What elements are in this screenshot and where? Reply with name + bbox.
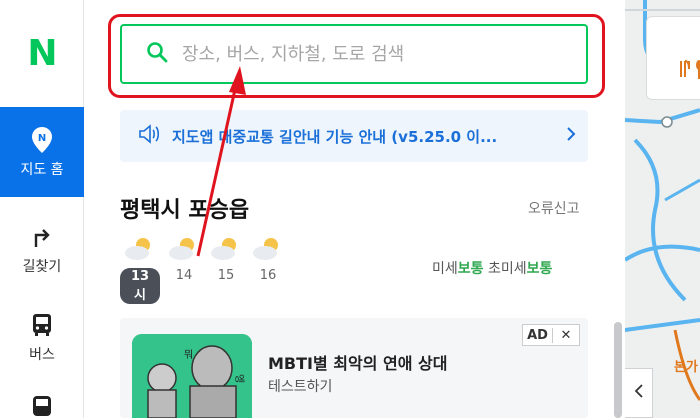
map-place-label: 본가 bbox=[674, 360, 698, 375]
rail-item-subway[interactable] bbox=[0, 394, 84, 418]
partly-cloudy-icon bbox=[167, 236, 201, 262]
ad-banner[interactable]: 뭐 엥 MBTI별 최악의 연애 상대 테스트하기 AD ✕ bbox=[120, 318, 588, 418]
speaker-icon bbox=[138, 124, 160, 148]
subway-icon bbox=[31, 394, 53, 418]
notice-text: 지도앱 대중교통 길안내 기능 안내 (v5.25.0 이... bbox=[172, 127, 498, 146]
side-panel: 지도앱 대중교통 길안내 기능 안내 (v5.25.0 이... 평택시 포승읍… bbox=[84, 0, 625, 418]
map-pin-icon: N bbox=[31, 125, 53, 155]
rail-item-directions[interactable]: 길찾기 bbox=[0, 212, 84, 286]
rail-item-bus[interactable]: 버스 bbox=[0, 300, 84, 374]
ad-thumbnail: 뭐 엥 bbox=[132, 334, 252, 418]
weather-item: 15 bbox=[206, 236, 246, 283]
air-quality: 미세보통 초미세보통 bbox=[432, 258, 552, 278]
partly-cloudy-icon bbox=[209, 236, 243, 262]
search-highlight-annotation bbox=[108, 14, 605, 98]
turn-right-icon bbox=[32, 222, 52, 252]
ad-subtitle: 테스트하기 bbox=[268, 379, 333, 395]
panel-collapse-button[interactable] bbox=[625, 368, 653, 418]
hour-label: 16 bbox=[259, 268, 277, 283]
rail-item-label: 지도 홈 bbox=[20, 162, 64, 178]
svg-text:N: N bbox=[38, 133, 46, 144]
hour-label: 15 bbox=[217, 268, 235, 283]
weather-forecast: 13시 14 15 16 bbox=[120, 236, 300, 304]
rail-item-label: 길찾기 bbox=[22, 259, 62, 275]
ultrafine-dust-value: 보통 bbox=[526, 261, 553, 277]
rail-item-map-home[interactable]: N 지도 홈 bbox=[0, 107, 84, 197]
map-poi-card[interactable] bbox=[646, 16, 700, 100]
notice-banner[interactable]: 지도앱 대중교통 길안내 기능 안내 (v5.25.0 이... bbox=[120, 110, 588, 162]
weather-item: 14 bbox=[164, 236, 204, 283]
partly-cloudy-icon bbox=[251, 236, 285, 262]
ad-label: AD bbox=[523, 327, 553, 343]
weather-item: 16 bbox=[248, 236, 288, 283]
report-error-link[interactable]: 오류신고 bbox=[528, 198, 580, 218]
fine-dust-label: 미세 bbox=[432, 261, 458, 277]
ad-badge: AD ✕ bbox=[522, 324, 580, 346]
naver-logo[interactable]: N bbox=[0, 0, 84, 107]
partly-cloudy-icon bbox=[123, 236, 157, 262]
bus-icon bbox=[31, 310, 53, 340]
hour-label-current: 13시 bbox=[120, 268, 160, 304]
naver-logo-n: N bbox=[27, 33, 57, 74]
chevron-left-icon bbox=[634, 384, 643, 402]
ultrafine-dust-label: 초미세 bbox=[487, 261, 527, 277]
chevron-right-icon bbox=[566, 126, 576, 146]
hour-label: 14 bbox=[175, 268, 193, 283]
place-title: 평택시 포승읍 bbox=[120, 198, 250, 223]
ad-close-button[interactable]: ✕ bbox=[553, 328, 579, 343]
ad-title: MBTI별 최악의 연애 상대 bbox=[268, 354, 448, 373]
fine-dust-value: 보통 bbox=[457, 261, 484, 277]
ad-thumb-text: 엥 bbox=[233, 374, 245, 383]
weather-item: 13시 bbox=[120, 236, 160, 304]
panel-scrollbar[interactable] bbox=[614, 322, 622, 418]
left-rail: N N 지도 홈 길찾기 버스 bbox=[0, 0, 84, 418]
rail-item-label: 버스 bbox=[29, 347, 55, 363]
ad-thumb-text: 뭐 bbox=[184, 349, 193, 361]
